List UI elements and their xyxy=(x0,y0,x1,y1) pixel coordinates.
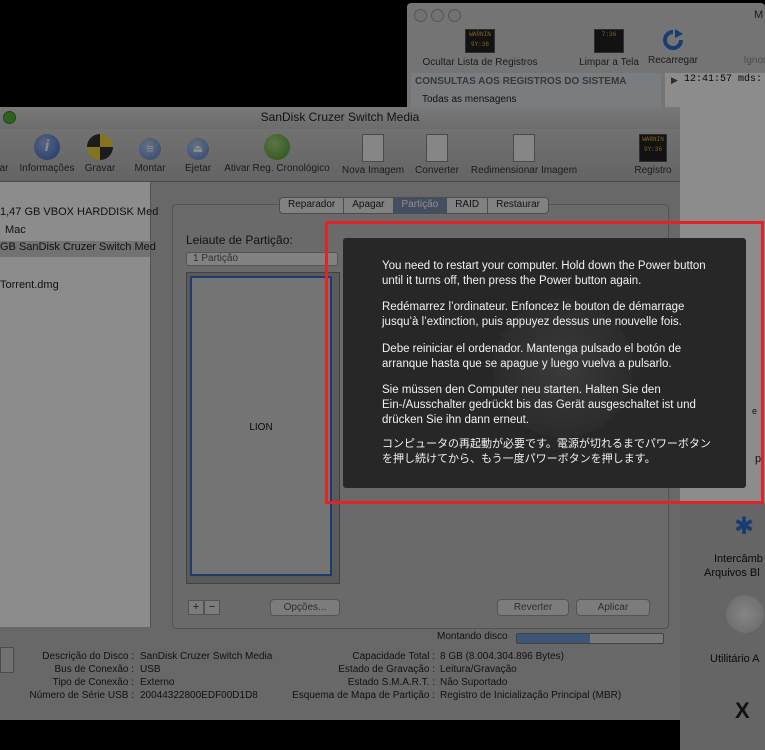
highlight-box xyxy=(325,221,764,504)
